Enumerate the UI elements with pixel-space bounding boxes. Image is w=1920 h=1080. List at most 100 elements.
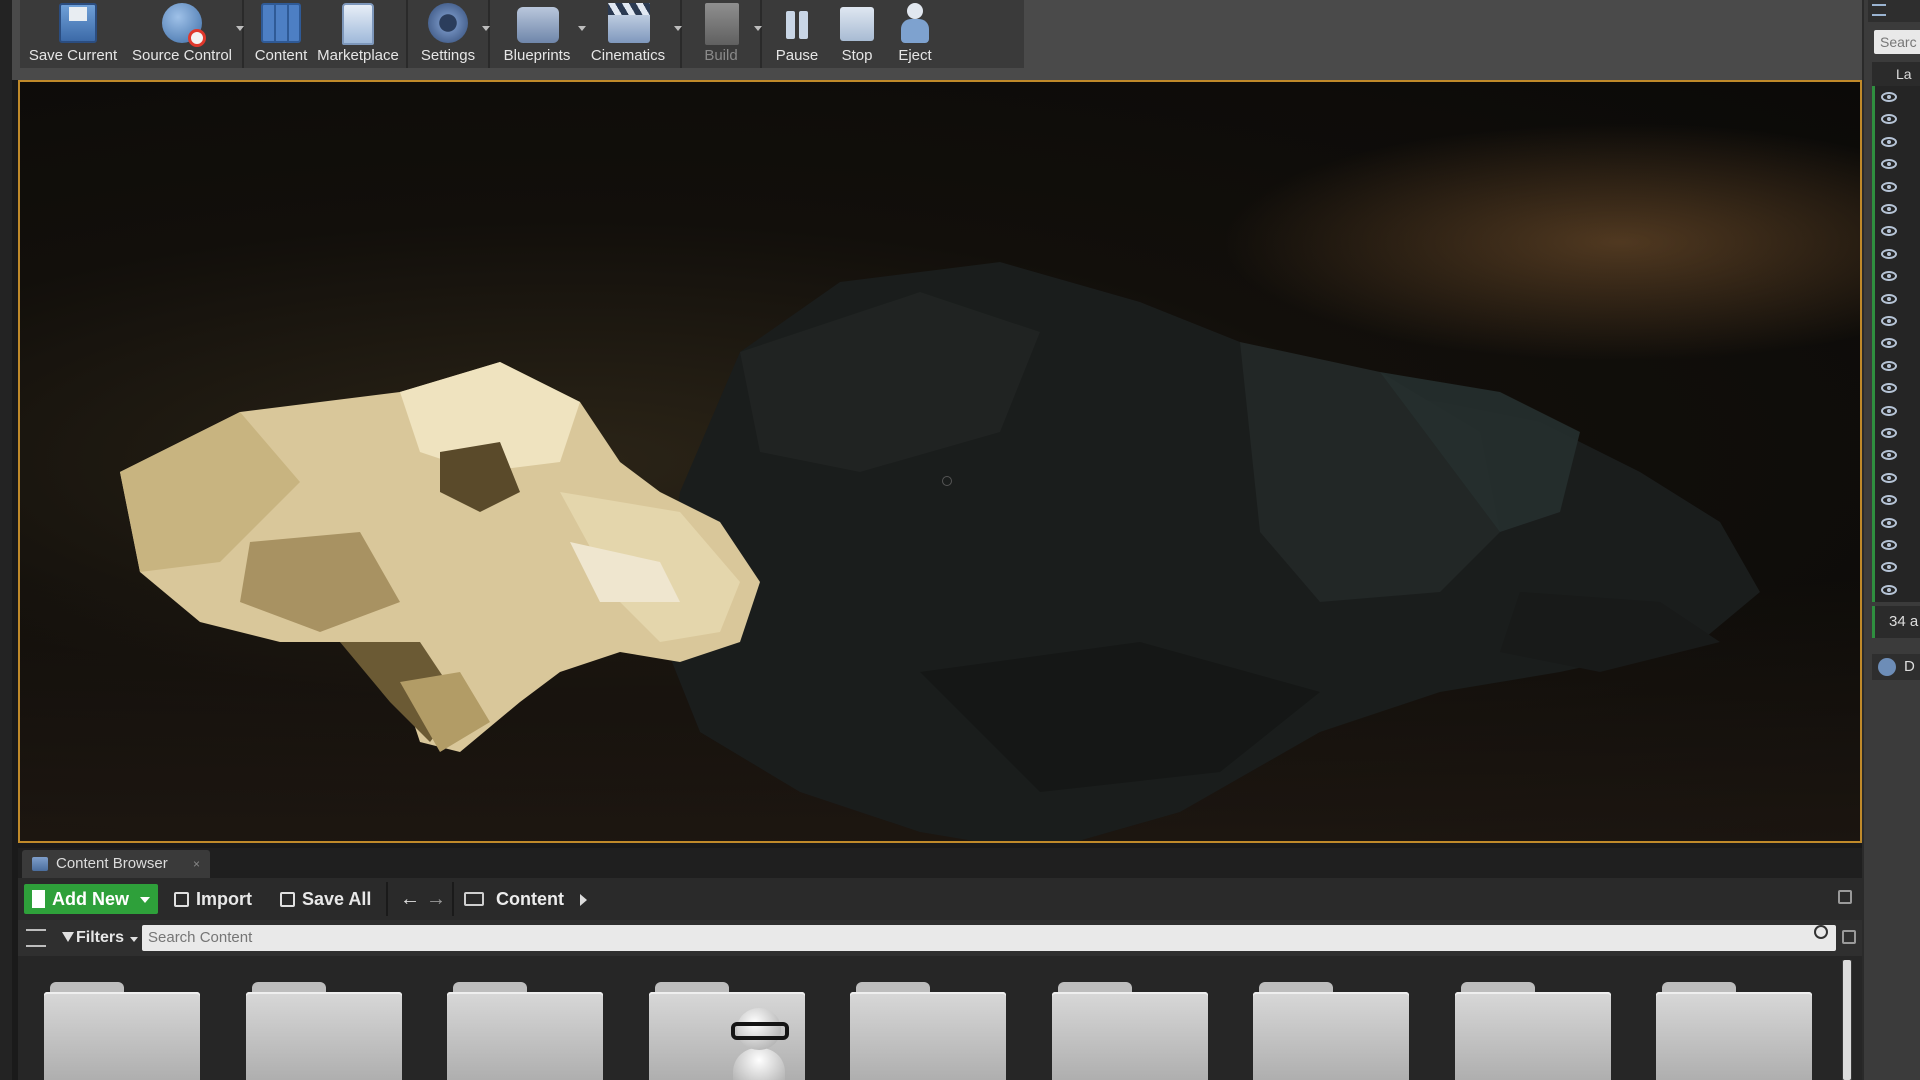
content-button[interactable]: Content bbox=[248, 0, 314, 68]
save-search-icon[interactable] bbox=[1842, 930, 1856, 944]
close-icon[interactable]: × bbox=[193, 850, 200, 878]
build-icon bbox=[701, 3, 741, 45]
folder-tile[interactable] bbox=[1656, 982, 1812, 1080]
scrollbar-thumb[interactable] bbox=[1843, 960, 1851, 1080]
breadcrumb-chevron-right-icon[interactable] bbox=[580, 894, 587, 906]
build-label: Build bbox=[704, 47, 738, 64]
eject-button[interactable]: Eject bbox=[886, 0, 944, 68]
eject-label: Eject bbox=[898, 47, 932, 64]
content-browser-toolbar: Add New Import Save All ← → Content bbox=[18, 878, 1862, 920]
source-control-icon bbox=[162, 3, 206, 47]
add-new-button[interactable]: Add New bbox=[24, 884, 158, 914]
visibility-eye-icon[interactable] bbox=[1881, 562, 1897, 573]
save-current-button[interactable]: Save Current bbox=[20, 0, 126, 68]
details-info-icon bbox=[1878, 658, 1896, 676]
save-all-button[interactable]: Save All bbox=[278, 884, 408, 914]
pause-icon bbox=[777, 5, 817, 45]
visibility-eye-icon[interactable] bbox=[1881, 248, 1897, 259]
details-tab-label: D bbox=[1904, 658, 1915, 675]
eject-icon bbox=[895, 3, 935, 45]
details-panel-tab[interactable]: D bbox=[1872, 654, 1920, 680]
folder-tile[interactable] bbox=[44, 982, 200, 1080]
visibility-eye-icon[interactable] bbox=[1881, 360, 1897, 371]
save-icon bbox=[53, 3, 97, 45]
tab-content-browser[interactable]: Content Browser × bbox=[22, 850, 210, 878]
visibility-eye-icon[interactable] bbox=[1881, 293, 1897, 304]
visibility-eye-icon[interactable] bbox=[1881, 114, 1897, 125]
folder-open-icon[interactable] bbox=[464, 892, 484, 906]
toolbar-separator bbox=[386, 882, 388, 916]
toolbar-button-strip: Save Current Source Control Content Mark… bbox=[20, 0, 1024, 68]
toolbar-separator bbox=[242, 0, 244, 68]
folder-tile[interactable] bbox=[1051, 982, 1208, 1080]
cinematics-button[interactable]: Cinematics bbox=[580, 0, 682, 68]
marketplace-button[interactable]: Marketplace bbox=[314, 0, 402, 68]
lock-icon[interactable] bbox=[1838, 890, 1852, 904]
pause-label: Pause bbox=[775, 47, 819, 64]
visibility-eye-icon[interactable] bbox=[1881, 584, 1897, 595]
content-browser-icon bbox=[32, 857, 48, 871]
build-button[interactable]: Build bbox=[686, 0, 762, 68]
visibility-eye-icon[interactable] bbox=[1881, 450, 1897, 461]
folder-tile[interactable] bbox=[1253, 982, 1409, 1080]
filters-button[interactable]: Filters bbox=[58, 926, 138, 950]
folder-tile[interactable] bbox=[245, 982, 402, 1080]
search-icon[interactable] bbox=[1814, 925, 1828, 939]
visibility-eye-icon[interactable] bbox=[1881, 428, 1897, 438]
folder-icon-body bbox=[1656, 992, 1812, 1080]
visibility-eye-icon[interactable] bbox=[1881, 271, 1897, 282]
marketplace-icon bbox=[338, 3, 378, 45]
content-grid-icon bbox=[261, 3, 301, 45]
forward-arrow-icon[interactable]: → bbox=[426, 888, 446, 911]
outliner-actor-list[interactable] bbox=[1872, 86, 1920, 602]
visibility-eye-icon[interactable] bbox=[1881, 159, 1897, 170]
toolbar-separator bbox=[760, 0, 762, 68]
folder-tile[interactable] bbox=[648, 982, 805, 1080]
source-control-button[interactable]: Source Control bbox=[126, 0, 244, 68]
folder-icon-body bbox=[44, 992, 200, 1080]
search-content-input[interactable] bbox=[142, 925, 1836, 951]
settings-dropdown-icon[interactable] bbox=[482, 26, 490, 31]
folder-tile[interactable] bbox=[447, 982, 603, 1080]
back-arrow-icon[interactable]: ← bbox=[400, 888, 420, 911]
folder-icon-body bbox=[1253, 992, 1409, 1080]
pause-button[interactable]: Pause bbox=[766, 0, 828, 68]
sources-panel-toggle-icon[interactable] bbox=[26, 929, 46, 947]
source-control-dropdown-icon[interactable] bbox=[236, 26, 244, 31]
import-button[interactable]: Import bbox=[172, 884, 276, 914]
creature-body-mesh bbox=[660, 262, 1760, 841]
toolbar-separator bbox=[452, 882, 454, 916]
stop-button[interactable]: Stop bbox=[828, 0, 886, 68]
import-icon bbox=[174, 892, 189, 907]
visibility-eye-icon[interactable] bbox=[1881, 495, 1897, 506]
cinematics-label: Cinematics bbox=[590, 47, 666, 64]
import-label: Import bbox=[196, 889, 252, 909]
folder-tile[interactable] bbox=[1454, 982, 1611, 1080]
visibility-eye-icon[interactable] bbox=[1881, 517, 1897, 528]
folder-icon-body bbox=[245, 992, 402, 1080]
visibility-eye-icon[interactable] bbox=[1881, 204, 1897, 214]
cinematics-dropdown-icon[interactable] bbox=[674, 26, 682, 31]
outliner-label-column-header[interactable]: La bbox=[1872, 62, 1920, 86]
visibility-eye-icon[interactable] bbox=[1881, 92, 1897, 102]
build-dropdown-icon[interactable] bbox=[754, 26, 762, 31]
visibility-eye-icon[interactable] bbox=[1881, 540, 1897, 550]
save-all-icon bbox=[280, 892, 295, 907]
folder-tile[interactable] bbox=[850, 982, 1006, 1080]
visibility-eye-icon[interactable] bbox=[1881, 338, 1897, 349]
outliner-search-input[interactable]: Searc bbox=[1874, 30, 1920, 54]
level-viewport[interactable] bbox=[18, 80, 1862, 843]
visibility-eye-icon[interactable] bbox=[1881, 181, 1897, 192]
blueprints-button[interactable]: Blueprints bbox=[494, 0, 586, 68]
visibility-eye-icon[interactable] bbox=[1881, 316, 1897, 326]
settings-button[interactable]: Settings bbox=[412, 0, 490, 68]
visibility-eye-icon[interactable] bbox=[1881, 405, 1897, 416]
breadcrumb-content[interactable]: Content bbox=[496, 884, 564, 914]
visibility-eye-icon[interactable] bbox=[1881, 383, 1897, 394]
visibility-eye-icon[interactable] bbox=[1881, 472, 1897, 483]
add-new-label: Add New bbox=[52, 889, 130, 909]
visibility-eye-icon[interactable] bbox=[1881, 136, 1897, 147]
visibility-eye-icon[interactable] bbox=[1881, 226, 1897, 237]
asset-grid-scrollbar[interactable] bbox=[1842, 960, 1852, 1080]
outliner-header[interactable] bbox=[1868, 0, 1920, 22]
